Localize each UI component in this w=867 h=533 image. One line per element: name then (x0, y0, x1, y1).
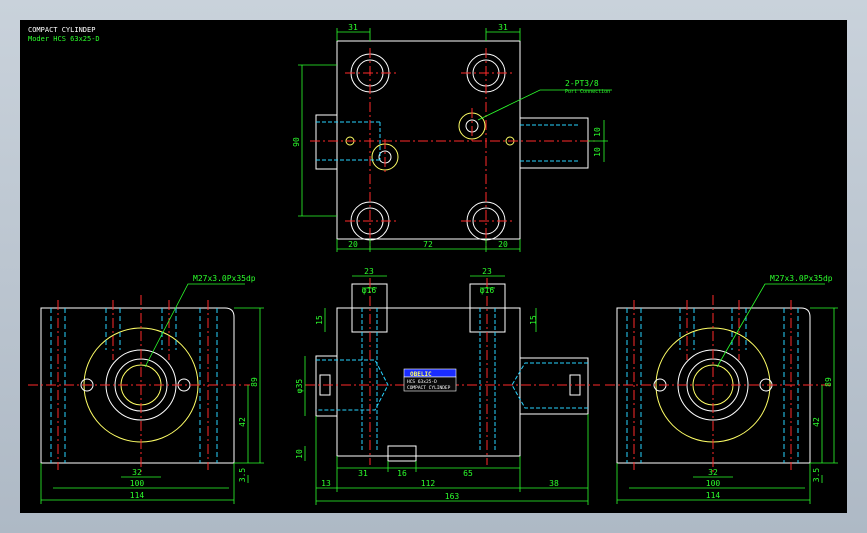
right-thread-label: M27x3.0Px35dp (770, 274, 833, 283)
left-dim-width: 114 (130, 491, 145, 500)
dim-top-height: 90 (292, 137, 301, 147)
dim-top-right-a: 10 (593, 127, 602, 137)
right-dim-mid: 42 (812, 417, 821, 427)
front-view: 23 23 φ16 φ16 15 15 φ35 10 31 16 65 13 1… (295, 267, 600, 505)
dim-top-bottom-mid: 72 (423, 240, 433, 249)
front-dim-10: 10 (295, 449, 304, 459)
front-dim-13: 13 (321, 479, 331, 488)
top-view: 31 31 90 20 72 20 10 10 2-PT3/8 Port Con… (292, 23, 612, 252)
front-dim-dia-left: φ16 (362, 286, 377, 295)
cad-drawing: 31 31 90 20 72 20 10 10 2-PT3/8 Port Con… (28, 23, 838, 505)
front-dim-boss-left: 23 (364, 267, 374, 276)
right-dim-inner: 32 (708, 468, 718, 477)
left-dim-low: 3.5 (238, 468, 247, 483)
left-dim-mid: 42 (238, 417, 247, 427)
dim-top-bottom-right: 20 (498, 240, 508, 249)
front-dim-16: 16 (397, 469, 407, 478)
front-dim-bore: φ35 (295, 379, 304, 394)
front-dim-65: 65 (463, 469, 473, 478)
nameplate-brand: OBELIC (410, 371, 432, 378)
right-dim-mid-width: 100 (706, 479, 721, 488)
left-dim-height: 89 (250, 377, 259, 387)
nameplate-model: HCS 63x25-D (407, 379, 437, 385)
left-side-view: M27x3.0Px35dp 89 42 3.5 32 100 114 (28, 274, 264, 504)
front-dim-31: 31 (358, 469, 368, 478)
right-dim-height: 89 (824, 377, 833, 387)
dim-top-bottom-left: 20 (348, 240, 358, 249)
front-dim-15-left: 15 (315, 315, 324, 325)
port-label: 2-PT3/8 (565, 79, 599, 88)
left-thread-label: M27x3.0Px35dp (193, 274, 256, 283)
front-dim-15-right: 15 (529, 315, 538, 325)
front-dim-boss-right: 23 (482, 267, 492, 276)
nameplate-type: COMPACT CYLINDEP (407, 385, 451, 391)
drawing-canvas[interactable]: COMPACT CYLINDEP Moder HCS 63x25-D 31 31… (20, 20, 847, 513)
left-dim-mid-width: 100 (130, 479, 145, 488)
port-note: Port Connection (565, 89, 610, 95)
dim-top-left: 31 (348, 23, 358, 32)
front-dim-dia-right: φ16 (480, 286, 495, 295)
front-dim-163: 163 (445, 492, 460, 501)
front-dim-112: 112 (421, 479, 436, 488)
right-dim-low: 3.5 (812, 468, 821, 483)
right-side-view: M27x3.0Px35dp 89 42 3.5 32 100 114 (605, 274, 838, 504)
left-dim-inner: 32 (132, 468, 142, 477)
dim-top-right: 31 (498, 23, 508, 32)
front-dim-38: 38 (549, 479, 559, 488)
dim-top-right-b: 10 (593, 147, 602, 157)
right-dim-width: 114 (706, 491, 721, 500)
